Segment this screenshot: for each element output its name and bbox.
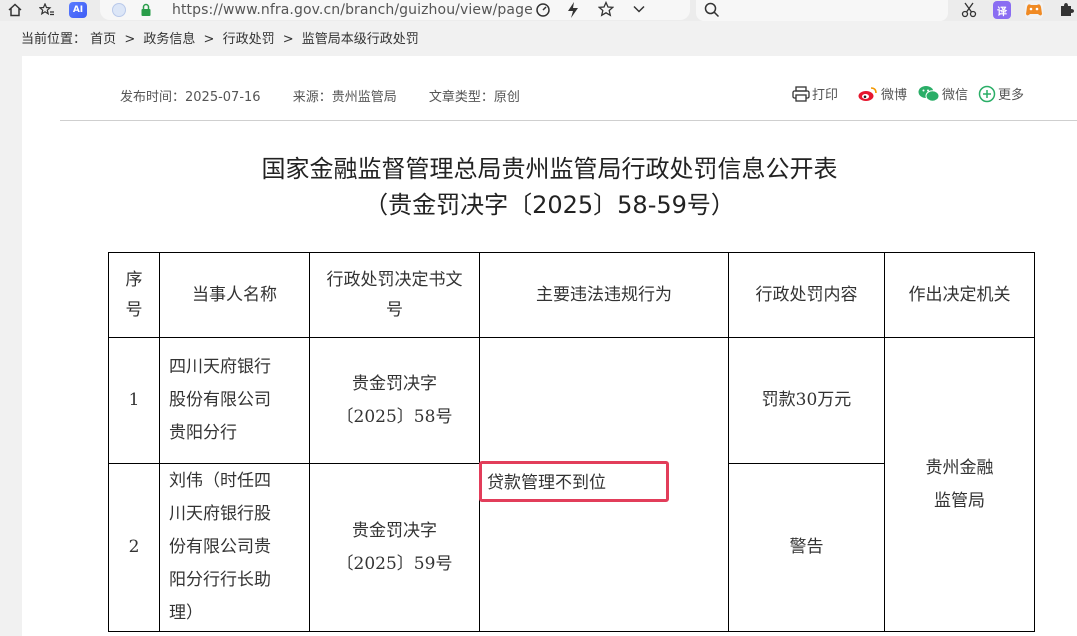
page-title: 国家金融监督管理总局贵州监管局行政处罚信息公开表 [261,155,838,183]
share-weibo-button[interactable]: 微博 [858,84,907,103]
print-label: 打印 [812,88,839,103]
favorites-list-icon[interactable] [38,0,56,20]
address-bar[interactable]: https://www.nfra.gov.cn/branch/guizhou/v… [100,0,690,20]
search-icon[interactable] [704,2,720,22]
breadcrumb-separator: > [282,32,294,47]
table-header-row: 序号 当事人名称 行政处罚决定书文号 主要违法违规行为 行政处罚内容 作出决定机… [108,252,1035,338]
chevron-down-icon[interactable] [632,2,646,20]
weibo-label: 微博 [881,88,908,103]
row-authority: 贵州金融 监管局 [884,337,1035,632]
url-text[interactable]: https://www.nfra.gov.cn/branch/guizhou/v… [172,0,533,20]
lock-icon[interactable] [140,3,152,21]
violation-text: 贷款管理不到位 [487,473,606,493]
table-row: 1 四川天府银行 股份有限公司 贵阳分行 贵金罚决字 〔2025〕58号 罚款3… [108,337,1035,632]
printer-icon [792,85,810,102]
header-authority: 作出决定机关 [884,252,1035,338]
header-seq: 序号 [108,252,160,338]
article-page: 发布时间：2025-07-16 来源：贵州监管局 文章类型：原创 打印 微博 微… [22,56,1077,636]
lightning-icon[interactable] [567,2,579,22]
header-divider [60,120,1077,121]
row-doc-no: 贵金罚决字 〔2025〕58号 [309,337,480,464]
row-penalty: 罚款30万元 [728,337,885,464]
article-type: 文章类型：原创 [428,90,520,105]
translate-icon[interactable]: 译 [993,1,1011,19]
more-label: 更多 [998,88,1025,103]
ai-assistant-icon[interactable]: AI [69,2,87,18]
home-icon[interactable] [6,0,24,20]
plus-circle-icon [978,85,996,102]
scissors-icon[interactable] [960,0,978,20]
breadcrumb: 当前位置： 首页 > 政务信息 > 行政处罚 > 监管局本级行政处罚 [21,28,419,47]
breadcrumb-item-admin-penalty[interactable]: 行政处罚 [223,32,275,47]
puzzle-extensions-icon[interactable] [1057,0,1075,20]
breadcrumb-item-local-penalty[interactable]: 监管局本级行政处罚 [302,32,419,47]
breadcrumb-separator: > [124,32,136,47]
breadcrumb-label: 当前位置： [21,32,87,47]
penalty-table: 序号 当事人名称 行政处罚决定书文号 主要违法违规行为 行政处罚内容 作出决定机… [108,252,1035,632]
page-subtitle: （贵金罚决字〔2025〕58-59号） [364,191,735,219]
bookmark-star-icon[interactable] [597,0,615,21]
header-doc-no: 行政处罚决定书文号 [309,252,480,338]
browser-toolbar: AI https://www.nfra.gov.cn/branch/guizho… [0,0,1077,21]
header-party: 当事人名称 [159,252,310,338]
row-doc-no: 贵金罚决字 〔2025〕59号 [309,463,480,632]
share-wechat-button[interactable]: 微信 [918,84,968,103]
weibo-icon [858,86,877,101]
header-penalty: 行政处罚内容 [728,252,885,338]
breadcrumb-item-gov-info[interactable]: 政务信息 [143,32,195,47]
row-seq: 2 [108,463,160,632]
article-meta: 发布时间：2025-07-16 来源：贵州监管局 文章类型：原创 [120,86,520,105]
row-party: 刘伟（时任四 川天府银行股 份有限公司贵 阳分行行长助 理） [159,463,310,632]
article-source: 来源：贵州监管局 [292,90,397,105]
row-seq: 1 [108,337,160,464]
breadcrumb-separator: > [203,32,215,47]
row-penalty: 警告 [728,463,885,632]
print-button[interactable]: 打印 [792,84,838,103]
breadcrumb-item-home[interactable]: 首页 [90,32,116,47]
wechat-icon [918,85,940,102]
row-party: 四川天府银行 股份有限公司 贵阳分行 [159,337,310,464]
game-extension-icon[interactable] [1025,1,1043,19]
publish-time: 发布时间：2025-07-16 [120,90,261,105]
wechat-label: 微信 [942,88,969,103]
site-info-icon[interactable] [112,3,126,17]
header-violation: 主要违法违规行为 [479,252,729,338]
search-box[interactable] [696,0,948,21]
reader-mode-icon[interactable] [535,2,551,22]
share-more-button[interactable]: 更多 [978,84,1024,103]
